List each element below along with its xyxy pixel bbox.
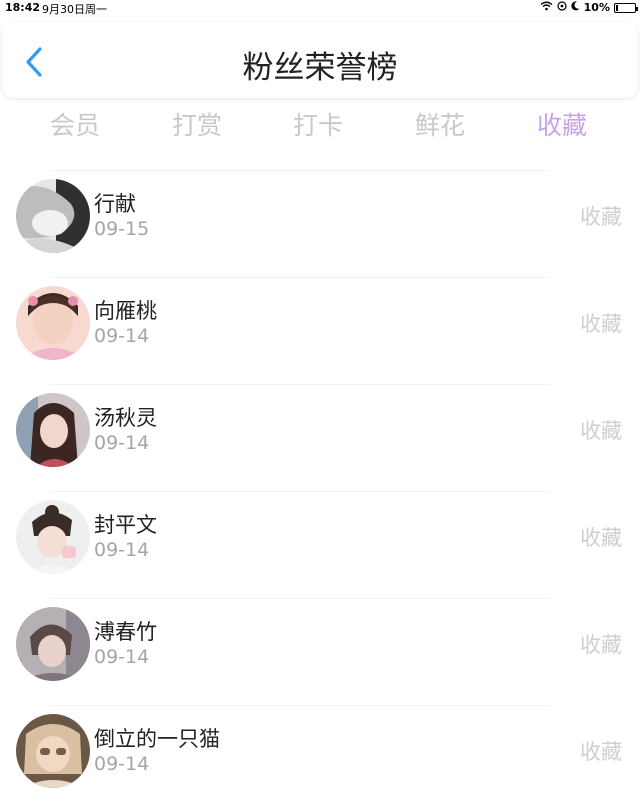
- user-name: 汤秋灵: [94, 406, 157, 430]
- divider: [50, 277, 550, 278]
- battery-icon: [614, 2, 638, 13]
- tab-checkin[interactable]: 打卡: [258, 106, 378, 142]
- tab-favorites[interactable]: 收藏: [502, 106, 622, 142]
- action-label: 收藏: [580, 205, 622, 229]
- user-name: 行献: [94, 192, 136, 216]
- list-item[interactable]: 封平文 09-14 收藏: [0, 491, 640, 598]
- tab-member[interactable]: 会员: [15, 106, 135, 142]
- wifi-icon: [540, 1, 553, 14]
- battery-percent: 10%: [583, 1, 610, 14]
- user-name: 封平文: [94, 513, 157, 537]
- list-item[interactable]: 汤秋灵 09-14 收藏: [0, 384, 640, 491]
- avatar[interactable]: [16, 286, 90, 360]
- user-date: 09-14: [94, 539, 150, 561]
- tab-flowers[interactable]: 鲜花: [380, 106, 500, 142]
- user-name: 倒立的一只猫: [94, 727, 220, 751]
- action-label: 收藏: [580, 740, 622, 764]
- avatar[interactable]: [16, 179, 90, 253]
- page-title: 粉丝荣誉榜: [242, 50, 398, 86]
- tab-reward[interactable]: 打赏: [137, 106, 257, 142]
- location-icon: [557, 1, 567, 14]
- divider: [50, 491, 550, 492]
- avatar[interactable]: [16, 393, 90, 467]
- nav-bar: 粉丝荣誉榜: [2, 22, 638, 98]
- user-name: 向雁桃: [94, 299, 157, 323]
- user-name: 溥春竹: [94, 620, 157, 644]
- avatar[interactable]: [16, 607, 90, 681]
- divider: [50, 384, 550, 385]
- status-right: 10%: [540, 1, 638, 14]
- action-label: 收藏: [580, 419, 622, 443]
- divider: [50, 598, 550, 599]
- list-item[interactable]: 溥春竹 09-14 收藏: [0, 598, 640, 705]
- user-date: 09-14: [94, 753, 150, 775]
- status-bar: 18:42 9月30日周一 10%: [0, 0, 640, 16]
- action-label: 收藏: [580, 312, 622, 336]
- tab-bar: 会员 打赏 打卡 鲜花 收藏: [0, 106, 640, 146]
- divider: [50, 170, 550, 171]
- user-date: 09-14: [94, 432, 150, 454]
- list-item[interactable]: 向雁桃 09-14 收藏: [0, 277, 640, 384]
- status-date: 9月30日周一: [42, 3, 107, 16]
- moon-icon: [571, 1, 580, 14]
- user-date: 09-15: [94, 218, 150, 240]
- list-item[interactable]: 行献 09-15 收藏: [0, 170, 640, 277]
- list-item[interactable]: 倒立的一只猫 09-14 收藏: [0, 705, 640, 812]
- avatar[interactable]: [16, 500, 90, 574]
- status-time: 18:42: [5, 1, 41, 14]
- action-label: 收藏: [580, 526, 622, 550]
- user-date: 09-14: [94, 325, 150, 347]
- divider: [50, 705, 550, 706]
- avatar[interactable]: [16, 714, 90, 788]
- action-label: 收藏: [580, 633, 622, 657]
- user-date: 09-14: [94, 646, 150, 668]
